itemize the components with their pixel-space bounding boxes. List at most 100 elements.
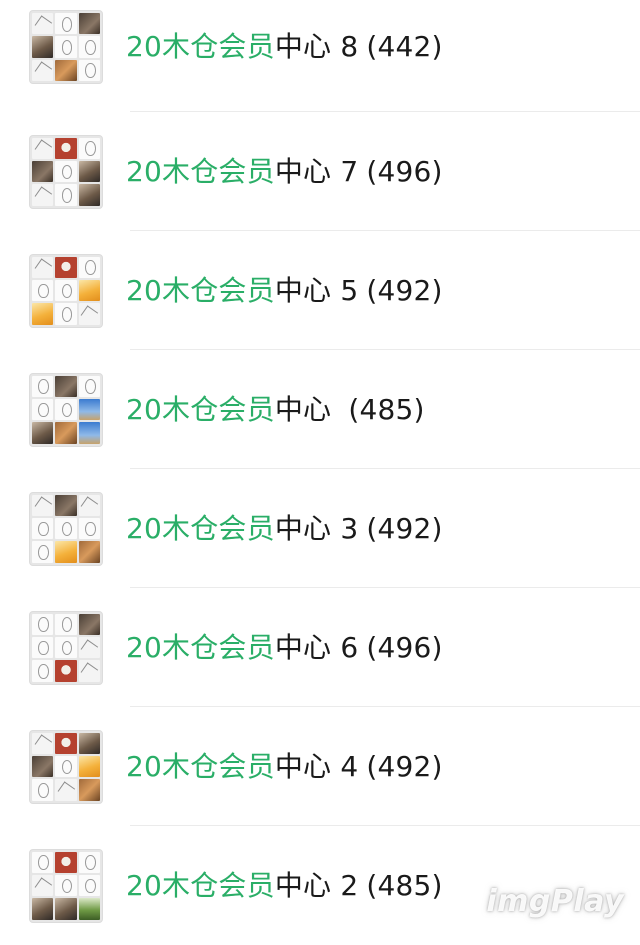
member-avatar-tile [55, 422, 77, 444]
group-name-rest: 中心 6 [274, 630, 359, 664]
member-avatar-tile [55, 613, 77, 635]
member-avatar-tile [78, 137, 100, 159]
group-name-highlight: 20木仓会员 [126, 511, 275, 545]
group-avatar [29, 134, 103, 209]
member-avatar-tile [32, 279, 54, 302]
member-avatar-tile [32, 898, 54, 920]
imgplay-watermark: imgPlay [486, 884, 624, 919]
group-avatar [29, 848, 103, 923]
member-avatar-tile [32, 184, 54, 206]
group-chat-item[interactable]: 20木仓会员中心 (485) [0, 350, 640, 469]
member-avatar-tile [32, 375, 54, 397]
member-avatar-tile [32, 851, 54, 873]
member-avatar-tile [32, 137, 54, 159]
member-avatar-tile [78, 398, 100, 421]
group-name-highlight: 20木仓会员 [126, 154, 275, 188]
member-avatar-tile [32, 13, 54, 35]
member-avatar-tile [55, 279, 77, 302]
member-avatar-tile [78, 755, 100, 778]
member-avatar-tile [55, 256, 77, 278]
member-avatar-tile [78, 517, 100, 540]
member-avatar-tile [55, 779, 77, 801]
member-avatar-tile [32, 732, 54, 754]
member-avatar-tile [32, 422, 54, 444]
member-avatar-tile [55, 636, 77, 659]
member-avatar-tile [55, 851, 77, 873]
group-member-count: (492) [366, 511, 443, 545]
member-avatar-tile [55, 160, 77, 183]
member-avatar-tile [78, 303, 100, 325]
group-name-highlight: 20木仓会员 [126, 392, 275, 426]
group-chat-item[interactable]: 20木仓会员中心 6 (496) [0, 588, 640, 707]
group-name-rest: 中心 3 [274, 511, 359, 545]
member-avatar-tile [55, 660, 77, 682]
member-avatar-tile [78, 13, 100, 35]
member-avatar-tile [32, 494, 54, 516]
member-avatar-tile [78, 613, 100, 635]
group-member-count: (485) [366, 868, 443, 902]
member-avatar-tile [55, 874, 77, 897]
group-chat-list: 20木仓会员中心 8 (442) 20木仓会员中心 7 (496) 20木仓会员中心… [0, 0, 640, 939]
group-member-count: (485) [348, 392, 425, 426]
member-avatar-tile [55, 494, 77, 516]
group-avatar [29, 491, 103, 566]
member-avatar-tile [32, 613, 54, 635]
member-avatar-tile [78, 494, 100, 516]
member-avatar-tile [32, 398, 54, 421]
member-avatar-tile [32, 755, 54, 778]
group-name: 20木仓会员中心 5 (492) [126, 274, 443, 308]
group-chat-item[interactable]: 20木仓会员中心 3 (492) [0, 469, 640, 588]
group-name-rest: 中心 8 [274, 30, 359, 63]
member-avatar-tile [78, 256, 100, 278]
group-avatar [29, 10, 103, 84]
group-name-rest: 中心 5 [274, 273, 359, 307]
member-avatar-tile [32, 541, 54, 563]
group-name: 20木仓会员中心 4 (492) [126, 750, 443, 784]
member-avatar-tile [78, 898, 100, 920]
group-avatar [29, 610, 103, 685]
member-avatar-tile [32, 779, 54, 801]
member-avatar-tile [55, 137, 77, 159]
group-name: 20木仓会员中心 8 (442) [126, 30, 443, 64]
group-name: 20木仓会员中心 2 (485) [126, 869, 443, 903]
member-avatar-tile [78, 779, 100, 801]
group-chat-item[interactable]: 20木仓会员中心 5 (492) [0, 231, 640, 350]
group-name: 20木仓会员中心 7 (496) [126, 155, 443, 189]
member-avatar-tile [55, 375, 77, 397]
group-name-rest: 中心 [274, 392, 341, 426]
group-name: 20木仓会员中心 (485) [126, 393, 425, 427]
member-avatar-tile [78, 636, 100, 659]
group-chat-item[interactable]: 20木仓会员中心 4 (492) [0, 707, 640, 826]
member-avatar-tile [55, 517, 77, 540]
group-name-highlight: 20木仓会员 [126, 630, 275, 664]
member-avatar-tile [32, 160, 54, 183]
group-name: 20木仓会员中心 6 (496) [126, 631, 443, 665]
group-name-rest: 中心 7 [274, 154, 359, 188]
member-avatar-tile [32, 303, 54, 325]
group-member-count: (496) [366, 154, 443, 188]
member-avatar-tile [78, 851, 100, 873]
member-avatar-tile [55, 303, 77, 325]
member-avatar-tile [32, 874, 54, 897]
group-member-count: (442) [366, 30, 443, 63]
group-name-rest: 中心 2 [274, 868, 359, 902]
group-chat-item[interactable]: 20木仓会员中心 8 (442) [0, 0, 640, 112]
member-avatar-tile [78, 160, 100, 183]
group-member-count: (492) [366, 749, 443, 783]
member-avatar-tile [78, 36, 100, 58]
group-name-rest: 中心 4 [274, 749, 359, 783]
member-avatar-tile [78, 732, 100, 754]
group-chat-item[interactable]: 20木仓会员中心 7 (496) [0, 112, 640, 231]
member-avatar-tile [78, 422, 100, 444]
group-member-count: (496) [366, 630, 443, 664]
group-name: 20木仓会员中心 3 (492) [126, 512, 443, 546]
member-avatar-tile [32, 59, 54, 81]
member-avatar-tile [32, 36, 54, 58]
member-avatar-tile [55, 541, 77, 563]
group-name-highlight: 20木仓会员 [126, 30, 275, 63]
member-avatar-tile [55, 898, 77, 920]
group-avatar [29, 729, 103, 804]
member-avatar-tile [32, 636, 54, 659]
group-name-highlight: 20木仓会员 [126, 868, 275, 902]
member-avatar-tile [78, 375, 100, 397]
